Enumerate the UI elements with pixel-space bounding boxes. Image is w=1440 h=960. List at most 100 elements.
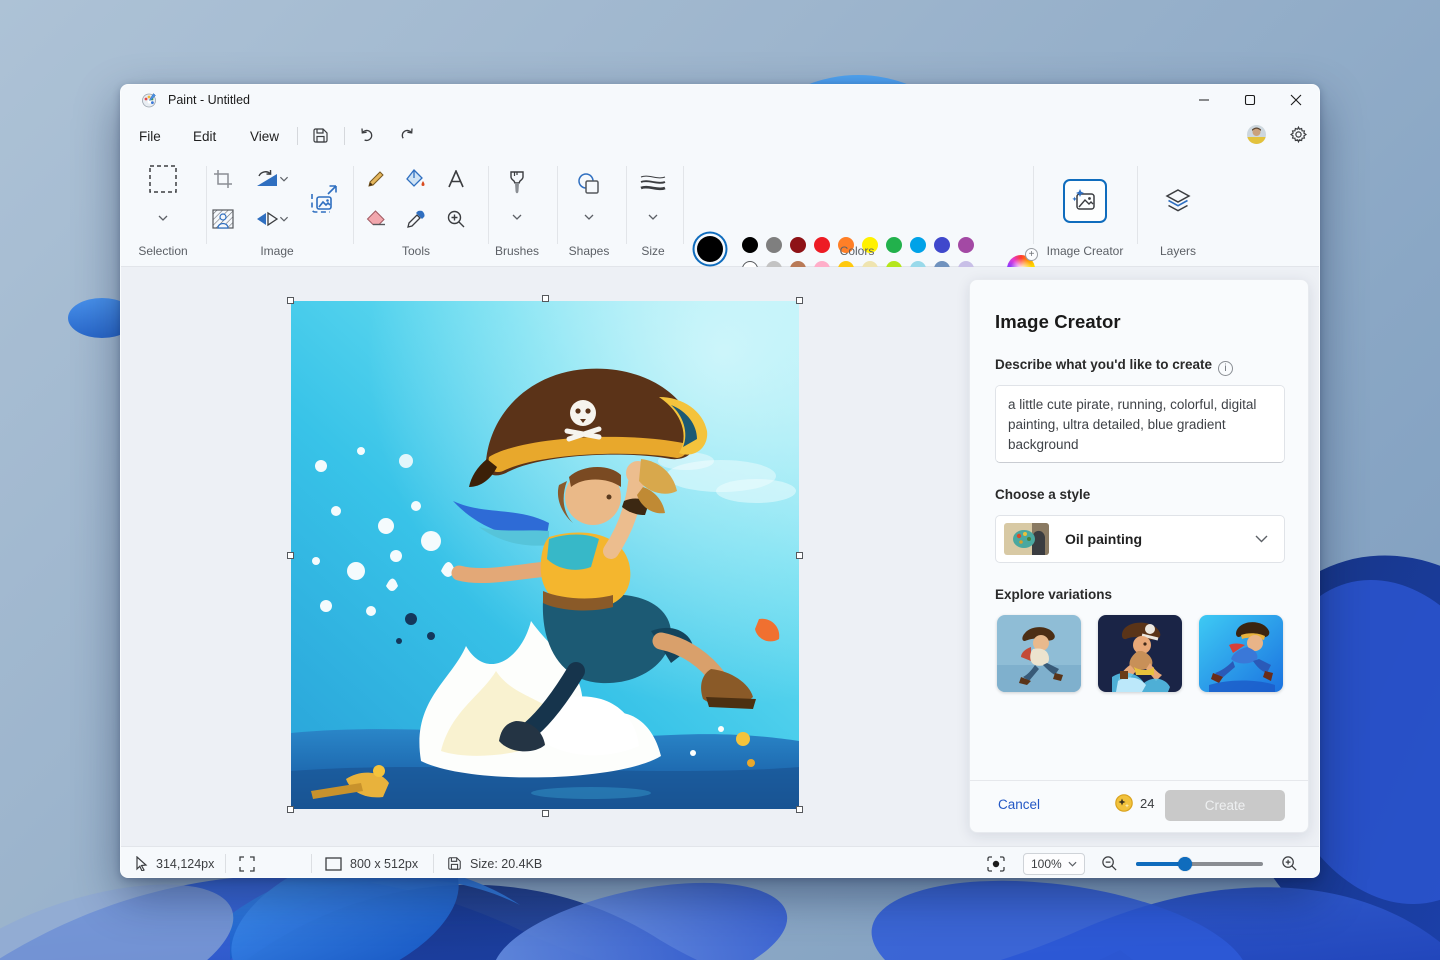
cancel-button[interactable]: Cancel: [998, 797, 1040, 812]
eraser-tool-button[interactable]: [365, 210, 387, 229]
palette-swatch[interactable]: [742, 237, 758, 253]
panel-title: Image Creator: [995, 311, 1121, 333]
flip-dropdown-chevron-icon[interactable]: [280, 216, 289, 222]
variation-thumbnail-2[interactable]: [1098, 615, 1182, 692]
selection-handle-top-left[interactable]: [287, 297, 294, 304]
flip-button[interactable]: [255, 210, 279, 228]
create-button[interactable]: Create: [1165, 790, 1285, 821]
variations-row: [997, 615, 1283, 692]
account-avatar[interactable]: [1247, 125, 1266, 144]
background-removal-button[interactable]: [212, 209, 234, 229]
layers-button[interactable]: [1164, 187, 1192, 215]
variation-thumbnail-3[interactable]: [1199, 615, 1283, 692]
cursor-position: 314,124px: [135, 847, 214, 878]
selection-size-indicator: [239, 847, 255, 878]
zoom-slider-fill: [1136, 862, 1184, 866]
group-label-image-creator: Image Creator: [1047, 244, 1124, 260]
info-icon[interactable]: i: [1218, 361, 1233, 376]
palette-swatch[interactable]: [910, 237, 926, 253]
group-label-size: Size: [641, 244, 664, 260]
add-color-plus-icon: +: [1025, 248, 1038, 261]
settings-gear-icon[interactable]: [1287, 123, 1309, 145]
palette-swatch[interactable]: [886, 237, 902, 253]
zoom-level-value: 100%: [1031, 857, 1062, 871]
save-button[interactable]: [306, 121, 334, 149]
image-creator-button[interactable]: [1063, 179, 1107, 223]
style-dropdown[interactable]: Oil painting: [995, 515, 1285, 563]
palette-swatch[interactable]: [958, 237, 974, 253]
selection-handle-bottom-center[interactable]: [542, 810, 549, 817]
ribbon-toolbar: Selection: [121, 156, 1319, 267]
ribbon-divider: [683, 166, 684, 244]
color-1-swatch[interactable]: [697, 236, 723, 262]
canvas-size-icon: [325, 857, 342, 871]
canvas-image[interactable]: [291, 301, 799, 809]
close-button[interactable]: [1273, 85, 1319, 115]
menubar-divider: [297, 127, 298, 145]
text-tool-button[interactable]: [447, 170, 465, 188]
rotate-dropdown-chevron-icon[interactable]: [280, 176, 289, 182]
selection-tool-button[interactable]: [148, 164, 178, 194]
resize-image-button[interactable]: [308, 184, 340, 216]
rotate-button[interactable]: [255, 169, 279, 189]
prompt-input[interactable]: a little cute pirate, running, colorful,…: [995, 385, 1285, 463]
size-button[interactable]: [640, 173, 666, 195]
brushes-chevron-icon[interactable]: [512, 214, 522, 220]
selection-handle-bottom-left[interactable]: [287, 806, 294, 813]
brushes-button[interactable]: [507, 171, 527, 197]
shapes-button[interactable]: [577, 172, 601, 196]
selection-dropdown-chevron-icon[interactable]: [158, 215, 168, 221]
selection-handle-bottom-right[interactable]: [796, 806, 803, 813]
shapes-chevron-icon[interactable]: [584, 214, 594, 220]
image-creator-panel: Image Creator Describe what you'd like t…: [969, 279, 1309, 833]
desktop-wallpaper: Paint - Untitled File Edit View: [0, 0, 1440, 960]
canvas-area[interactable]: Image Creator Describe what you'd like t…: [121, 267, 1319, 846]
zoom-slider[interactable]: [1136, 862, 1263, 866]
menu-view[interactable]: View: [240, 124, 289, 148]
fill-tool-button[interactable]: [405, 169, 427, 189]
menu-edit[interactable]: Edit: [183, 124, 226, 148]
style-value: Oil painting: [1065, 531, 1255, 547]
menu-file[interactable]: File: [129, 124, 171, 148]
group-label-layers: Layers: [1160, 244, 1196, 260]
undo-button[interactable]: [353, 121, 381, 149]
redo-button[interactable]: [393, 121, 421, 149]
fit-to-window-button[interactable]: [987, 847, 1005, 878]
zoom-out-button[interactable]: [1101, 847, 1118, 878]
credits-value: 24: [1140, 796, 1154, 811]
zoom-level-dropdown[interactable]: 100%: [1023, 853, 1085, 875]
status-bar: 314,124px 800 x 512px S: [121, 846, 1319, 878]
palette-swatch[interactable]: [790, 237, 806, 253]
palette-swatch[interactable]: [766, 237, 782, 253]
credits-counter: 24: [1115, 794, 1154, 812]
magnifier-tool-button[interactable]: [446, 209, 466, 229]
zoom-out-icon: [1101, 855, 1118, 872]
group-label-selection: Selection: [138, 244, 187, 260]
file-size-indicator: Size: 20.4KB: [447, 847, 542, 878]
size-chevron-icon[interactable]: [648, 214, 658, 220]
menubar-divider-2: [344, 127, 345, 145]
selection-handle-top-center[interactable]: [542, 295, 549, 302]
crop-button[interactable]: [213, 169, 233, 189]
variation-thumbnail-1[interactable]: [997, 615, 1081, 692]
minimize-button[interactable]: [1181, 85, 1227, 115]
selection-handle-mid-right[interactable]: [796, 552, 803, 559]
palette-swatch[interactable]: [814, 237, 830, 253]
title-bar[interactable]: Paint - Untitled: [121, 85, 1319, 115]
ribbon-divider: [1033, 166, 1034, 244]
zoom-in-button[interactable]: [1281, 847, 1298, 878]
color-picker-tool-button[interactable]: [406, 209, 426, 229]
group-label-tools: Tools: [402, 244, 430, 260]
zoom-slider-thumb[interactable]: [1178, 857, 1192, 871]
style-thumbnail: [1004, 523, 1049, 555]
palette-swatch[interactable]: [934, 237, 950, 253]
maximize-button[interactable]: [1227, 85, 1273, 115]
selection-handle-mid-left[interactable]: [287, 552, 294, 559]
selection-size-icon: [239, 856, 255, 872]
pencil-tool-button[interactable]: [366, 169, 386, 189]
file-size-icon: [447, 856, 462, 871]
selection-handle-top-right[interactable]: [796, 297, 803, 304]
group-label-colors: Colors: [840, 244, 875, 260]
group-label-shapes: Shapes: [569, 244, 610, 260]
ribbon-divider: [1137, 166, 1138, 244]
